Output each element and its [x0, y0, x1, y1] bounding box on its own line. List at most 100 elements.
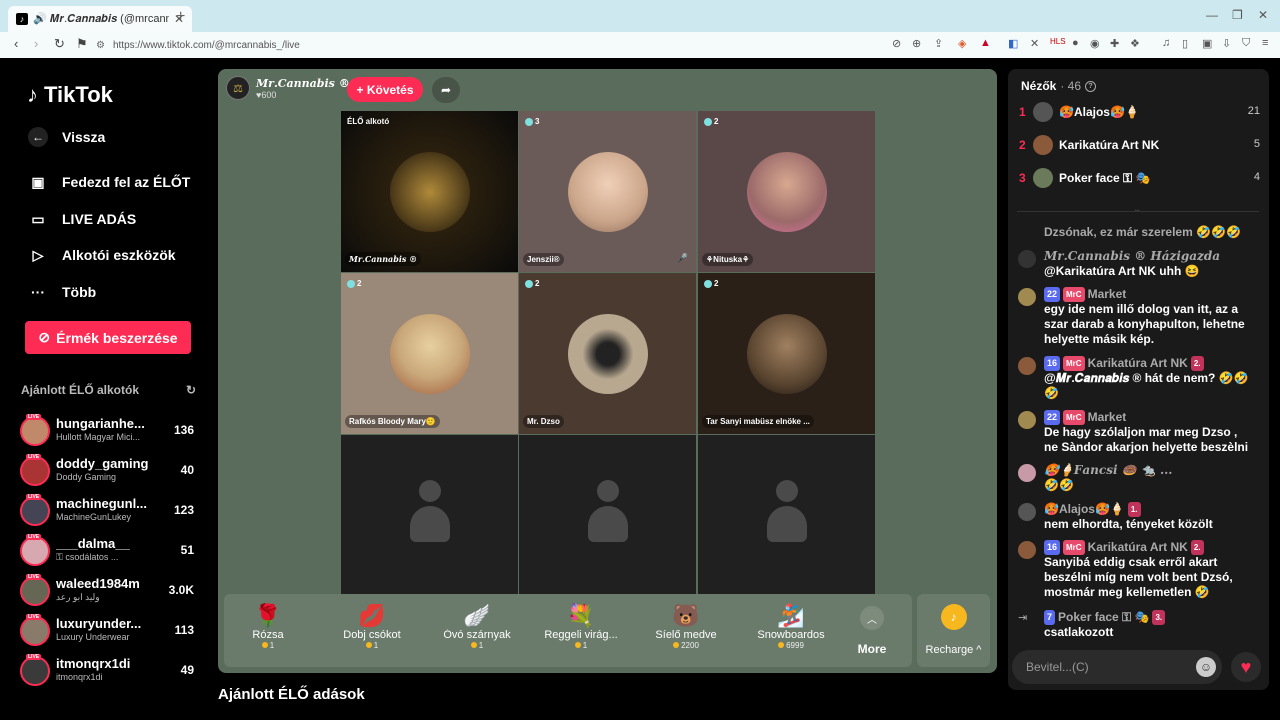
guest-cell[interactable]: 2 Mr. Dzso — [519, 273, 696, 434]
vpn-icon[interactable]: ⛉ — [1242, 37, 1250, 50]
level-badge: 22 — [1044, 410, 1061, 425]
creator-item[interactable]: LIVE ___dalma__ ⚿ csodálatos ... 51 — [20, 534, 196, 570]
host-name: 𝑴𝒓.𝑪𝒂𝒏𝒏𝒂𝒃𝒊𝒔 ® — [256, 76, 350, 90]
zoom-icon[interactable]: ⊕ — [912, 37, 921, 50]
shield-icon[interactable]: ◈ — [958, 37, 966, 50]
guest-cell[interactable]: ÉLŐ alkotó 𝑴𝒓.𝑪𝒂𝒏𝒏𝒂𝒃𝒊𝒔 ® — [341, 111, 518, 272]
refresh-icon[interactable]: ↻ — [186, 383, 196, 397]
creator-item[interactable]: LIVE waleed1984m وليد ابو رعد 3.0K — [20, 574, 196, 610]
creator-sub: Hullott Magyar Mici... — [56, 432, 141, 442]
extension-x-icon[interactable]: ✕ — [1030, 37, 1039, 50]
music-icon[interactable]: ♫ — [1162, 37, 1170, 49]
maximize-icon[interactable]: ❐ — [1232, 8, 1243, 22]
viewer-score: 5 — [1253, 138, 1260, 150]
guest-cell[interactable]: 2 Rafkós Bloody Mary🙂 — [341, 273, 518, 434]
gift-price-value: 1 — [373, 641, 379, 650]
person-placeholder-icon — [766, 480, 807, 542]
level-badge: 16 — [1044, 540, 1061, 555]
extension-dark-icon[interactable]: ● — [1072, 37, 1079, 49]
top-viewer-row[interactable]: 1 🥵Alajos🥵🍦 21 — [1019, 101, 1262, 125]
browser-tab[interactable]: ♪ 🔊 𝑴𝒓.𝑪𝒂𝒏𝒏𝒂𝒃𝒊𝒔 (@mrcann ✕ — [8, 6, 192, 32]
avatar — [1018, 288, 1036, 306]
extensions-icon[interactable]: ❖ — [1130, 37, 1140, 50]
creator-item[interactable]: LIVE luxuryunder... Luxury Underwear 113 — [20, 614, 196, 650]
gift-name: Snowboardos — [757, 629, 825, 641]
new-tab-icon[interactable]: + — [176, 8, 185, 26]
translate-icon[interactable]: ◧ — [1008, 37, 1018, 50]
host-likes: ♥600 — [256, 89, 277, 100]
sidebar-item-explore-live[interactable]: ▣ Fedezd fel az ÉLŐT — [28, 172, 190, 192]
empty-seat[interactable] — [698, 435, 875, 596]
gift-price-value: 1 — [269, 641, 275, 650]
extension-color-icon[interactable]: ◉ — [1090, 37, 1100, 50]
gift-item[interactable]: 🐻 Síelő medve 2200 — [636, 603, 736, 650]
no-camera-icon[interactable]: ⊘ — [892, 37, 901, 50]
creator-name: itmonqrx1di — [56, 656, 131, 671]
empty-seat[interactable] — [341, 435, 518, 596]
wings-icon: 🪽 — [463, 603, 491, 628]
creator-item[interactable]: LIVE hungarianhe... Hullott Magyar Mici.… — [20, 414, 196, 450]
forward-icon[interactable]: › — [34, 36, 38, 51]
sidebar-item-creator-tools[interactable]: ▷ Alkotói eszközök — [28, 245, 176, 265]
url-field[interactable]: ⚙ https://www.tiktok.com/@mrcannabis_/li… — [96, 35, 956, 55]
bookmark-icon[interactable]: ⚑ — [76, 36, 88, 52]
minimize-icon[interactable]: — — [1206, 8, 1218, 22]
puzzle-icon[interactable]: ✚ — [1110, 37, 1119, 50]
more-gifts-button[interactable]: ︿ More — [852, 604, 892, 656]
wallet-icon[interactable]: ▣ — [1202, 37, 1212, 50]
tiktok-logo[interactable]: ♪ TikTok — [27, 82, 113, 108]
top-viewer-row[interactable]: 2 Karikatúra Art NK 5 — [1019, 134, 1262, 158]
viewer-badge: 2 — [525, 279, 539, 288]
guest-cell[interactable]: 3 Jenszii® 🎤 — [519, 111, 696, 272]
sender-name: Market — [1087, 287, 1127, 301]
gift-item[interactable]: 🏂 Snowboardos 6999 — [741, 603, 841, 650]
guest-name: Jenszii® — [523, 253, 564, 266]
follow-button[interactable]: + Követés — [347, 77, 423, 102]
help-icon[interactable]: ? — [1085, 80, 1097, 92]
reload-icon[interactable]: ↻ — [54, 36, 65, 52]
site-info-icon[interactable]: ⚙ — [96, 40, 105, 51]
sidebar-icon[interactable]: ▯ — [1182, 37, 1188, 50]
sidebar-back[interactable]: ← Vissza — [28, 127, 105, 147]
rose-icon: 🌹 — [254, 603, 282, 628]
sidebar-item-more[interactable]: ··· Több — [28, 282, 96, 302]
download-icon[interactable]: ⇩ — [1222, 37, 1231, 50]
gift-item[interactable]: 💋 Dobj csókot 1 — [322, 603, 422, 650]
guest-cell[interactable]: 2 ⚘Nituska⚘ — [698, 111, 875, 272]
emoji-icon[interactable]: ☺ — [1196, 657, 1216, 677]
menu-icon[interactable]: ≡ — [1262, 37, 1268, 49]
message-header: 22 MrC Market — [1044, 410, 1126, 425]
snowboarder-icon: 🏂 — [777, 603, 805, 628]
gift-item[interactable]: 🪽 Óvó szárnyak 1 — [427, 603, 527, 650]
back-icon[interactable]: ‹ — [14, 36, 18, 51]
host-avatar: ⚖ — [226, 76, 250, 100]
top-viewer-row[interactable]: 3 Poker face ⚿ 🎭 4 — [1019, 167, 1262, 191]
share-button[interactable]: ➦ — [432, 77, 460, 103]
creator-item[interactable]: LIVE machinegunl... MachineGunLukey 123 — [20, 494, 196, 530]
hls-icon[interactable]: HLS — [1050, 37, 1066, 46]
triangle-icon[interactable]: ▲ — [980, 37, 991, 49]
browser-chrome: ♪ 🔊 𝑴𝒓.𝑪𝒂𝒏𝒏𝒂𝒃𝒊𝒔 (@mrcann ✕ + — ❐ ✕ ‹ › ↻… — [0, 0, 1280, 58]
recharge-button[interactable]: ♪ Recharge ^ — [917, 594, 990, 667]
viewers-title: Nézők — [1021, 79, 1057, 93]
message-text: @𝑴𝒓.𝑪𝒂𝒏𝒏𝒂𝒃𝒊𝒔 ® hát de nem? 🤣🤣🤣 — [1044, 371, 1249, 400]
creator-item[interactable]: LIVE doddy_gaming Doddy Gaming 40 — [20, 454, 196, 490]
close-window-icon[interactable]: ✕ — [1258, 8, 1268, 22]
sidebar-item-live[interactable]: ▭ LIVE ADÁS — [28, 209, 136, 229]
get-coins-button[interactable]: ⊘ Érmék beszerzése — [25, 321, 191, 354]
rank-badge: 2. — [1190, 540, 1204, 555]
gift-price: 1 — [322, 641, 422, 650]
chevron-down-icon[interactable]: ⌄ — [1133, 204, 1141, 215]
guest-grid: ÉLŐ alkotó 𝑴𝒓.𝑪𝒂𝒏𝒏𝒂𝒃𝒊𝒔 ® 3 Jenszii® 🎤 2 … — [341, 111, 875, 596]
gift-item[interactable]: 🌹 Rózsa 1 — [218, 603, 318, 650]
gift-item[interactable]: 💐 Reggeli virág... 1 — [531, 603, 631, 650]
host-info[interactable]: ⚖ 𝑴𝒓.𝑪𝒂𝒏𝒏𝒂𝒃𝒊𝒔 ® ♥600 — [226, 76, 350, 100]
creator-item[interactable]: LIVE itmonqrx1di itmonqrx1di 49 — [20, 654, 196, 690]
tiktok-logo-icon: ♪ — [27, 82, 38, 107]
share-page-icon[interactable]: ⇪ — [934, 37, 943, 50]
like-heart-button[interactable]: ♥ — [1231, 652, 1261, 682]
empty-seat[interactable] — [519, 435, 696, 596]
live-badge: LIVE — [26, 654, 42, 660]
guest-cell[interactable]: 2 Tar Sanyi mabüsz elnöke ... — [698, 273, 875, 434]
chat-input[interactable]: Bevitel...(C) — [1012, 650, 1222, 684]
